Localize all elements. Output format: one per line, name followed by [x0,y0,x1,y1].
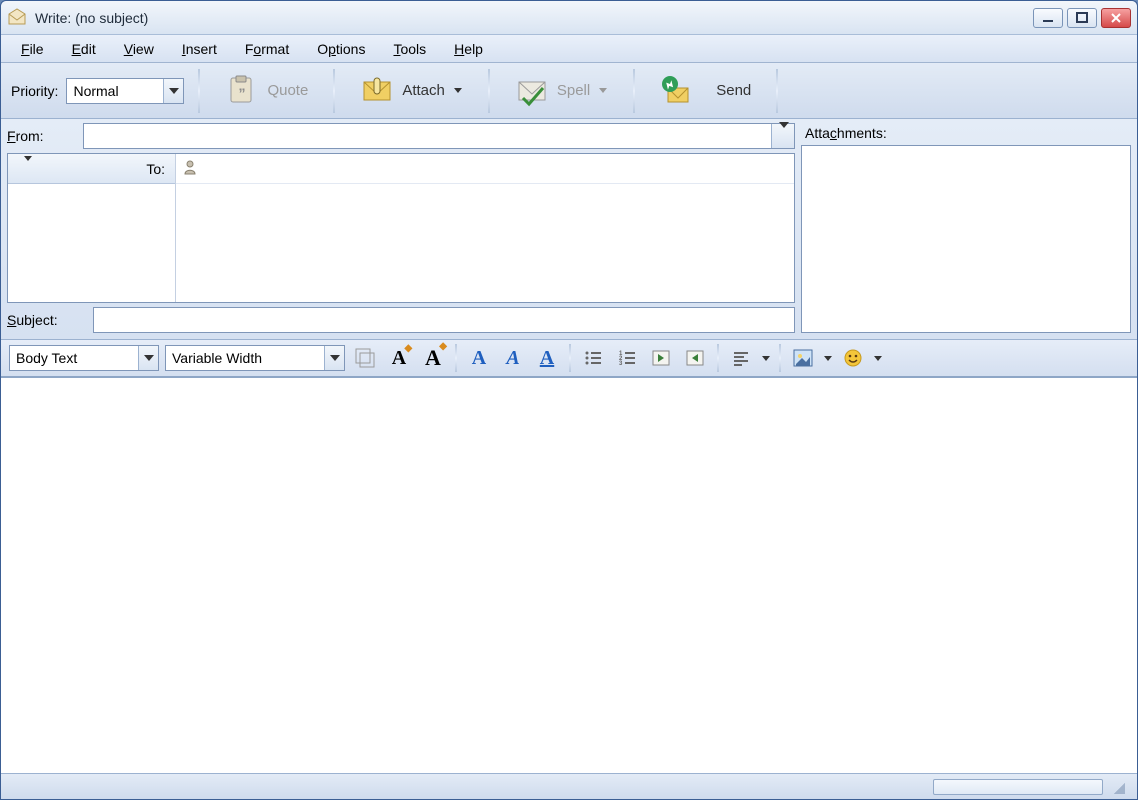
attach-dropdown-arrow[interactable] [453,88,463,93]
attach-icon [360,74,394,108]
attachments-list[interactable] [801,145,1131,333]
spell-dropdown-arrow[interactable] [598,88,608,93]
recipients-grid: To: [7,153,795,303]
align-button[interactable] [727,345,755,371]
maximize-button[interactable] [1067,8,1097,28]
send-icon [660,74,694,108]
header-area: From: To: [1,119,1137,340]
attachments-label: Attachments: [801,123,1131,145]
menu-insert[interactable]: Insert [168,37,231,61]
toolbar-separator [776,69,778,113]
quote-label: Quote [267,82,308,99]
text-color-button[interactable] [351,345,379,371]
italic-button[interactable]: A [499,345,527,371]
bold-button[interactable]: A [465,345,493,371]
spell-icon [515,74,549,108]
priority-value: Normal [73,83,118,99]
chevron-down-icon [24,161,32,177]
paragraph-style-select[interactable]: Body Text [9,345,159,371]
to-label: To: [146,161,165,177]
menu-edit[interactable]: Edit [58,37,110,61]
quote-icon: ” [225,74,259,108]
send-button[interactable]: Send [649,69,762,113]
main-toolbar: Priority: Normal ” Quote Attach Spell [1,63,1137,119]
toolbar-separator [633,69,635,113]
outdent-button[interactable] [647,345,675,371]
from-select[interactable] [83,123,795,149]
message-body-editor[interactable] [1,378,1137,773]
menu-tools[interactable]: Tools [379,37,440,61]
font-family-select[interactable]: Variable Width [165,345,345,371]
spell-label: Spell [557,82,590,99]
statusbar [1,773,1137,799]
subject-label: Subject: [7,312,87,328]
menu-options[interactable]: Options [303,37,379,61]
app-icon [7,8,27,28]
window-title: Write: (no subject) [35,10,148,26]
priority-label: Priority: [11,83,58,99]
paragraph-style-value: Body Text [16,350,77,366]
send-label: Send [716,82,751,99]
format-toolbar: Body Text Variable Width A◆ A◆ A A A 123 [1,340,1137,378]
priority-select[interactable]: Normal [66,78,184,104]
toolbar-separator [488,69,490,113]
progress-bar [933,779,1103,795]
attach-button[interactable]: Attach [349,69,474,113]
number-list-button[interactable]: 123 [613,345,641,371]
recipient-address-column [176,154,794,302]
recipient-row[interactable] [176,154,794,184]
font-family-value: Variable Width [172,350,262,366]
minimize-button[interactable] [1033,8,1063,28]
close-button[interactable] [1101,8,1131,28]
subject-input[interactable] [93,307,795,333]
menu-help[interactable]: Help [440,37,497,61]
decrease-size-button[interactable]: A◆ [385,345,413,371]
menu-format[interactable]: Format [231,37,303,61]
spell-button[interactable]: Spell [504,69,619,113]
insert-image-dropdown-arrow[interactable] [823,356,833,361]
increase-size-button[interactable]: A◆ [419,345,447,371]
toolbar-separator [333,69,335,113]
toolbar-separator [198,69,200,113]
quote-button[interactable]: ” Quote [214,69,319,113]
emoticon-dropdown-arrow[interactable] [873,356,883,361]
emoticon-button[interactable] [839,345,867,371]
recipient-type-column: To: [8,154,176,302]
bullet-list-button[interactable] [579,345,607,371]
from-label: From: [7,128,77,144]
menu-file[interactable]: File [7,37,58,61]
svg-text:”: ” [239,85,246,101]
menu-view[interactable]: View [110,37,168,61]
attach-label: Attach [402,82,445,99]
person-icon [182,159,198,178]
titlebar: Write: (no subject) [1,1,1137,35]
insert-image-button[interactable] [789,345,817,371]
svg-text:3: 3 [619,361,623,367]
recipient-type-header[interactable]: To: [8,154,175,184]
compose-window: Write: (no subject) File Edit View Inser… [0,0,1138,800]
menubar: File Edit View Insert Format Options Too… [1,35,1137,63]
underline-button[interactable]: A [533,345,561,371]
resize-grip-icon[interactable] [1111,780,1125,794]
align-dropdown-arrow[interactable] [761,356,771,361]
indent-button[interactable] [681,345,709,371]
